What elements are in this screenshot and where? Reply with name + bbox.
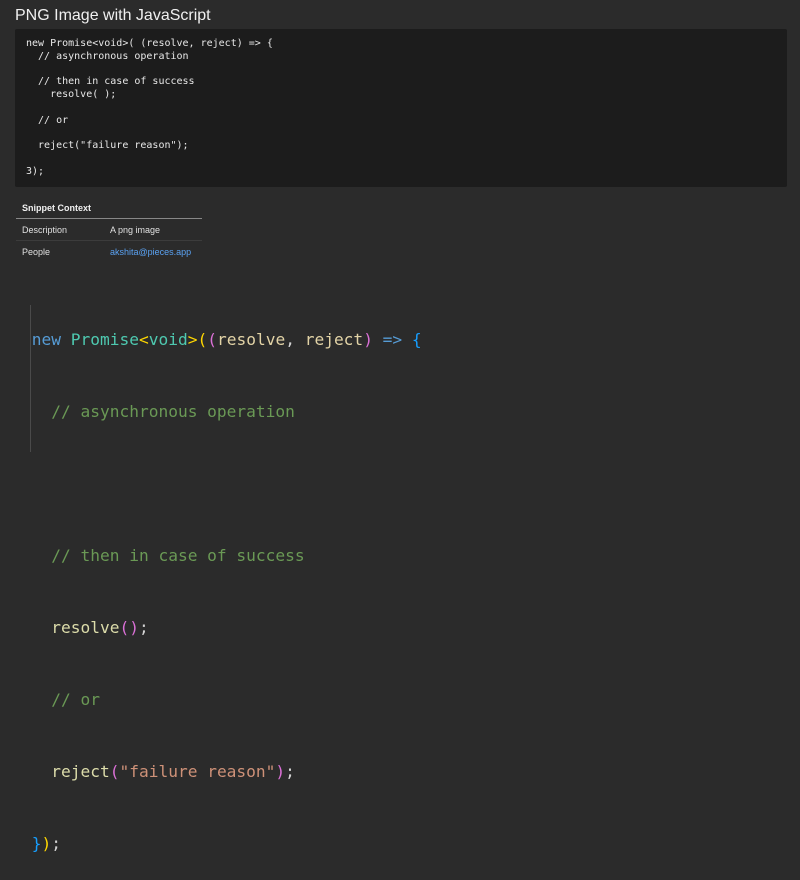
- plain-code-block[interactable]: new Promise<void>( (resolve, reject) => …: [15, 29, 787, 187]
- comment-token: // then in case of success: [51, 546, 305, 565]
- code-line-4: // then in case of success: [22, 544, 422, 568]
- code-line-8: });: [22, 832, 422, 856]
- code-line-6: // or: [22, 688, 422, 712]
- string-token: "failure reason": [119, 762, 276, 781]
- code-line: resolve( );: [26, 89, 117, 101]
- code-line: // then in case of success: [26, 76, 195, 88]
- context-value: A png image: [110, 224, 161, 235]
- context-key: Description: [22, 224, 68, 235]
- function-token: reject: [51, 762, 110, 781]
- code-line: // or: [26, 114, 69, 126]
- code-line-2: // asynchronous operation: [22, 400, 422, 424]
- bracket-token: ): [41, 834, 52, 853]
- bracket-token: >: [187, 330, 198, 349]
- snippet-context-heading: Snippet Context: [16, 200, 202, 219]
- code-line: reject("failure reason");: [26, 140, 189, 152]
- bracket-token: (: [197, 330, 208, 349]
- bracket-token: ): [363, 330, 373, 349]
- page-title: PNG Image with JavaScript: [15, 7, 211, 24]
- punct-token: ;: [51, 834, 61, 853]
- bracket-token: (: [207, 330, 217, 349]
- code-text: new Promise<void>( (resolve, reject) => …: [26, 38, 787, 179]
- snippet-context-table: Snippet Context Description A png image …: [16, 200, 202, 262]
- bracket-token: (: [119, 618, 130, 637]
- param-token: resolve: [216, 330, 286, 349]
- bracket-token: }: [31, 834, 42, 853]
- people-email-link[interactable]: akshita@pieces.app: [110, 247, 191, 257]
- punct-token: ;: [285, 762, 295, 781]
- bracket-token: <: [138, 330, 149, 349]
- punct-token: ;: [138, 618, 149, 637]
- bracket-token: ): [129, 618, 139, 637]
- bracket-token: (: [109, 762, 120, 781]
- comment-token: // or: [51, 690, 100, 709]
- type-token: Promise: [70, 330, 139, 349]
- code-line: // asynchronous operation: [26, 50, 189, 62]
- code-line: 3);: [26, 165, 45, 177]
- code-line-1: new Promise<void>((resolve, reject) => {: [22, 328, 422, 352]
- punct-token: ,: [285, 330, 305, 349]
- keyword-token: new: [31, 330, 61, 349]
- bracket-token: ): [275, 762, 286, 781]
- comment-token: // asynchronous operation: [51, 402, 295, 421]
- function-token: resolve: [51, 618, 120, 637]
- code-line: new Promise<void>( (resolve, reject) => …: [26, 38, 273, 49]
- bracket-token: {: [402, 330, 422, 349]
- param-token: reject: [304, 330, 364, 349]
- code-line-5: resolve();: [22, 616, 422, 640]
- highlighted-code-block[interactable]: new Promise<void>((resolve, reject) => {…: [22, 280, 422, 880]
- context-row-description: Description A png image: [16, 219, 202, 241]
- context-row-people: People akshita@pieces.app: [16, 241, 202, 262]
- code-line-7: reject("failure reason");: [22, 760, 422, 784]
- type-token: void: [148, 330, 188, 349]
- arrow-token: =>: [372, 330, 403, 349]
- context-key: People: [22, 246, 51, 257]
